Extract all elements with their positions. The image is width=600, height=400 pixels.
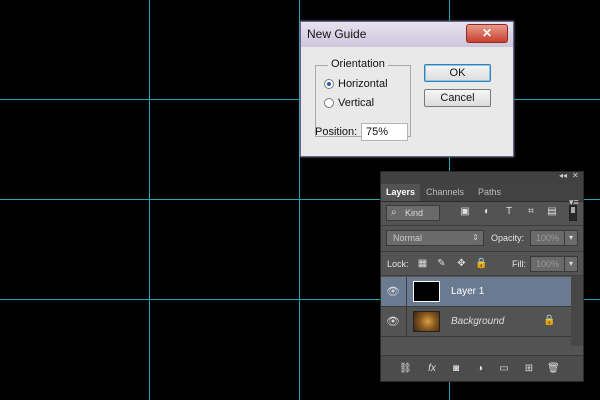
panel-scrollbar[interactable] xyxy=(571,276,583,346)
blend-mode-value: Normal xyxy=(393,233,423,243)
image-filter-icon[interactable]: ▣ xyxy=(459,206,471,218)
filter-kind-select[interactable]: ⌕ Kind xyxy=(386,205,440,221)
tab-paths[interactable]: Paths xyxy=(473,184,506,201)
shape-filter-icon[interactable]: ⌗ xyxy=(525,206,537,218)
lock-position-icon[interactable]: ✥ xyxy=(456,258,467,269)
link-layers-icon[interactable]: ⛓ xyxy=(399,363,412,375)
layer-thumbnail xyxy=(413,281,440,302)
close-button[interactable]: ✕ xyxy=(466,24,508,43)
panel-bottom-toolbar: ⛓ fx ◙ ◑ ▭ ⊞ 🗑 xyxy=(381,355,583,381)
blend-mode-select[interactable]: Normal ⇕ xyxy=(386,230,484,246)
add-mask-icon[interactable]: ◙ xyxy=(450,363,462,375)
dialog-title: New Guide xyxy=(307,27,367,41)
cancel-button[interactable]: Cancel xyxy=(424,89,491,107)
ok-button[interactable]: OK xyxy=(424,64,491,82)
vertical-radio[interactable] xyxy=(324,98,334,108)
lock-icon: 🔒 xyxy=(543,315,556,326)
divider xyxy=(381,275,583,276)
type-filter-icon[interactable]: T xyxy=(503,206,515,218)
new-guide-dialog: New Guide ✕ Orientation Horizontal Verti… xyxy=(300,21,514,157)
lock-label: Lock: xyxy=(387,259,409,269)
new-layer-icon[interactable]: ⊞ xyxy=(523,363,535,375)
eye-icon[interactable]: 👁 xyxy=(386,285,400,299)
layer-name[interactable]: Layer 1 xyxy=(451,286,484,297)
vertical-guide[interactable] xyxy=(149,0,150,400)
horizontal-radio[interactable] xyxy=(324,79,334,89)
eye-icon[interactable]: 👁 xyxy=(386,315,400,329)
layers-panel: ◂◂ ✕ Layers Channels Paths ▾≡ ⌕ Kind ▣ ◐… xyxy=(380,171,584,382)
chevron-updown-icon: ⇕ xyxy=(472,233,479,242)
adjustment-filter-icon[interactable]: ◐ xyxy=(481,206,493,218)
delete-layer-icon[interactable]: 🗑 xyxy=(547,363,560,375)
tab-channels[interactable]: Channels xyxy=(421,184,469,201)
search-icon: ⌕ xyxy=(391,207,397,218)
vertical-label[interactable]: Vertical xyxy=(338,97,374,109)
opacity-dropdown-icon[interactable]: ▾ xyxy=(564,230,578,246)
layer-row-background[interactable]: 👁 Background 🔒 xyxy=(381,307,571,337)
layer-name[interactable]: Background xyxy=(451,316,504,327)
fx-icon[interactable]: fx xyxy=(426,363,438,375)
position-input[interactable]: 75% xyxy=(361,123,408,141)
lock-paint-icon[interactable]: ✎ xyxy=(436,258,447,269)
divider xyxy=(381,225,583,226)
smart-object-filter-icon[interactable]: ▤ xyxy=(546,206,558,218)
horizontal-label[interactable]: Horizontal xyxy=(338,78,388,90)
new-group-icon[interactable]: ▭ xyxy=(498,363,510,375)
divider xyxy=(406,307,407,337)
opacity-label: Opacity: xyxy=(491,233,525,243)
lock-all-icon[interactable]: 🔒 xyxy=(475,258,487,269)
close-panel-icon[interactable]: ✕ xyxy=(572,171,579,180)
dialog-titlebar[interactable]: New Guide ✕ xyxy=(301,22,513,47)
fill-label: Fill: xyxy=(512,259,526,269)
tab-layers[interactable]: Layers xyxy=(381,184,421,201)
divider xyxy=(381,251,583,252)
layer-thumbnail xyxy=(413,311,440,332)
new-adjustment-icon[interactable]: ◑ xyxy=(474,363,486,375)
layer-row-layer-1[interactable]: 👁 Layer 1 xyxy=(381,277,571,307)
fill-dropdown-icon[interactable]: ▾ xyxy=(564,256,578,272)
collapse-panel-icon[interactable]: ◂◂ xyxy=(559,171,567,180)
orientation-label: Orientation xyxy=(328,58,388,70)
lock-transparent-icon[interactable]: ▦ xyxy=(417,258,428,269)
filter-kind-label: Kind xyxy=(405,208,424,218)
divider xyxy=(406,277,407,307)
position-label: Position: xyxy=(315,126,358,138)
panel-tabs: Layers Channels Paths ▾≡ xyxy=(381,184,583,207)
filter-toggle[interactable] xyxy=(569,205,577,221)
panel-header[interactable]: ◂◂ ✕ xyxy=(381,171,583,184)
